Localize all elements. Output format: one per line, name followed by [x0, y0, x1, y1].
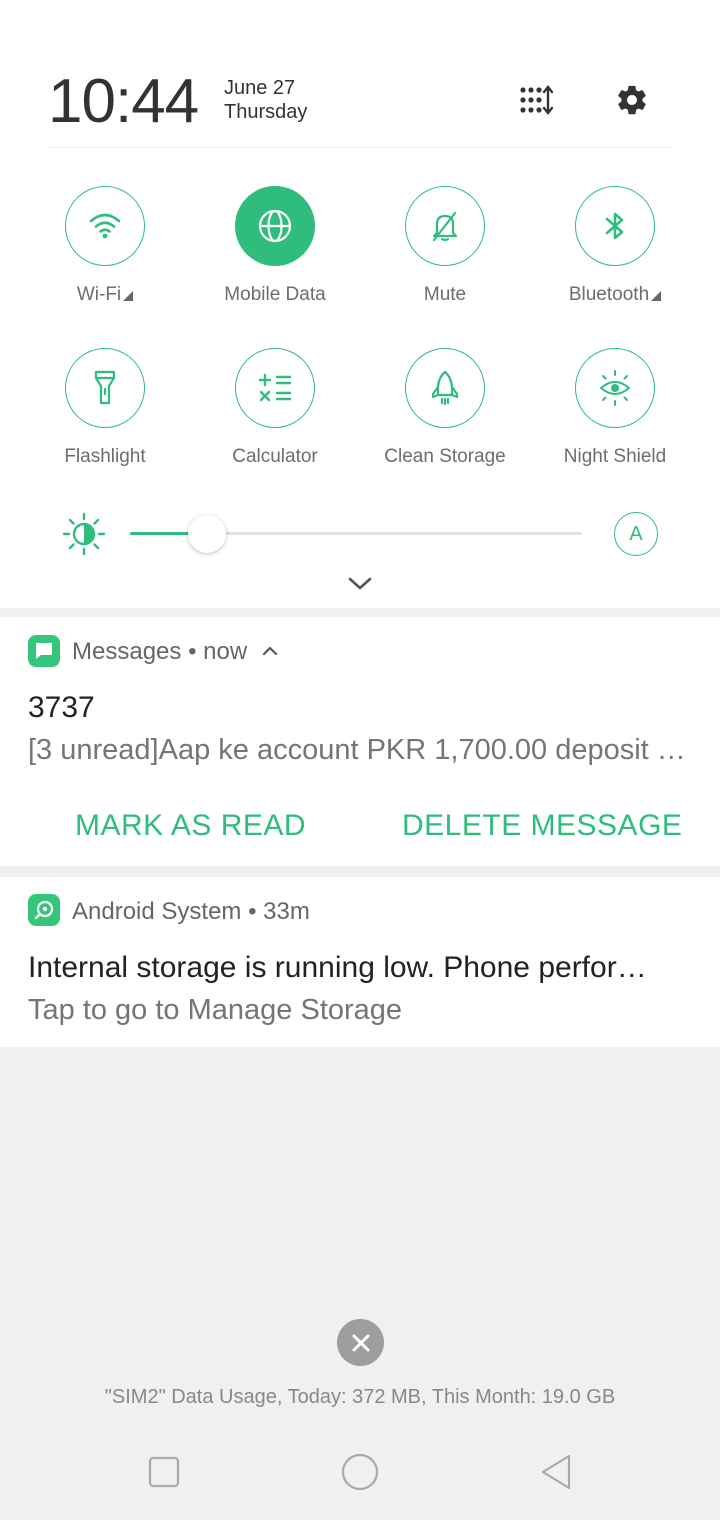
- expand-triangle-icon: [651, 291, 662, 301]
- tile-flashlight-label: Flashlight: [64, 446, 146, 467]
- clear-all-button[interactable]: [337, 1319, 384, 1366]
- close-icon: [352, 1334, 369, 1351]
- notification-body: Tap to go to Manage Storage: [28, 994, 403, 1026]
- separator-dot: •: [248, 898, 264, 925]
- tile-calculator-label: Calculator: [232, 446, 318, 467]
- date-block[interactable]: June 27 Thursday: [224, 76, 307, 124]
- notification-body: [3 unread]Aap ke account PKR 1,700.00 de…: [28, 734, 686, 766]
- gear-icon: [618, 85, 646, 115]
- notification-title: Internal storage is running low. Phone p…: [28, 951, 647, 984]
- tile-night-shield-circle[interactable]: [575, 348, 655, 428]
- weekday: Thursday: [224, 101, 308, 123]
- tile-clean-storage-label: Clean Storage: [384, 446, 506, 467]
- tile-wifi-label: Wi-Fi: [77, 284, 134, 306]
- clock[interactable]: 10:44: [48, 66, 199, 137]
- tile-calculator[interactable]: Calculator: [190, 348, 360, 478]
- notification-android-system[interactable]: Android System • 33m Internal storage is…: [0, 877, 720, 1047]
- eye-icon: [599, 370, 631, 406]
- quick-settings-panel: 10:44 June 27 Thursday Wi-Fi Mobile Data…: [0, 0, 720, 608]
- nav-recents-button[interactable]: [142, 1450, 186, 1494]
- tile-bluetooth-label: Bluetooth: [569, 284, 662, 306]
- tile-night-shield[interactable]: Night Shield: [530, 348, 700, 478]
- tile-bluetooth[interactable]: Bluetooth: [530, 186, 700, 316]
- tile-mobile-data[interactable]: Mobile Data: [190, 186, 360, 316]
- notification-messages[interactable]: Messages • now 3737 [3 unread]Aap ke acc…: [0, 617, 720, 866]
- tile-flashlight-circle[interactable]: [65, 348, 145, 428]
- tile-mute-label: Mute: [423, 284, 467, 305]
- edit-tiles-icon: [520, 85, 553, 115]
- tile-wifi-circle[interactable]: [65, 186, 145, 266]
- storage-icon: [34, 900, 54, 920]
- expand-triangle-icon: [123, 291, 134, 301]
- app-name: Android System: [72, 898, 242, 925]
- auto-brightness-button[interactable]: A: [614, 512, 658, 556]
- settings-button[interactable]: [610, 78, 654, 122]
- header-divider: [48, 147, 672, 148]
- tile-bluetooth-circle[interactable]: [575, 186, 655, 266]
- notification-header: Messages • now: [72, 638, 280, 666]
- flashlight-icon: [94, 370, 116, 405]
- brightness-slider-thumb[interactable]: [187, 515, 226, 553]
- tile-calculator-circle[interactable]: [235, 348, 315, 428]
- nav-home-button[interactable]: [338, 1450, 382, 1494]
- tile-flashlight[interactable]: Flashlight: [20, 348, 190, 478]
- notification-header: Android System • 33m: [72, 898, 310, 926]
- chevron-down-icon[interactable]: [344, 570, 376, 598]
- chat-bubble-icon: [36, 643, 52, 659]
- notification-time: now: [203, 638, 248, 665]
- chevron-up-icon[interactable]: [260, 643, 280, 657]
- app-name: Messages: [72, 638, 182, 665]
- globe-icon: [258, 209, 292, 243]
- mark-as-read-button[interactable]: MARK AS READ: [75, 809, 306, 843]
- bell-off-icon: [432, 211, 458, 242]
- back-triangle-icon: [541, 1454, 571, 1490]
- brightness-icon: [62, 512, 106, 556]
- notification-time: 33m: [263, 898, 310, 925]
- tile-clean-storage-circle[interactable]: [405, 348, 485, 428]
- tile-mute[interactable]: Mute: [360, 186, 530, 316]
- rocket-icon: [431, 370, 459, 406]
- tile-clean-storage[interactable]: Clean Storage: [360, 348, 530, 478]
- separator-dot: •: [188, 638, 204, 665]
- edit-tiles-button[interactable]: [514, 78, 558, 122]
- date: June 27: [224, 77, 296, 99]
- calculator-icon: [258, 373, 292, 402]
- square-icon: [148, 1456, 180, 1488]
- android-system-app-icon: [28, 894, 60, 926]
- tile-mobile-data-circle[interactable]: [235, 186, 315, 266]
- nav-back-button[interactable]: [534, 1450, 578, 1494]
- notification-title: 3737: [28, 691, 95, 724]
- messages-app-icon: [28, 635, 60, 667]
- delete-message-button[interactable]: DELETE MESSAGE: [402, 809, 682, 843]
- bluetooth-icon: [605, 212, 624, 240]
- circle-icon: [341, 1453, 379, 1491]
- tile-mobile-data-label: Mobile Data: [224, 284, 326, 305]
- tile-mute-circle[interactable]: [405, 186, 485, 266]
- tile-night-shield-label: Night Shield: [563, 446, 667, 467]
- tile-wifi[interactable]: Wi-Fi: [20, 186, 190, 316]
- wifi-icon: [89, 213, 121, 239]
- data-usage-text[interactable]: "SIM2" Data Usage, Today: 372 MB, This M…: [0, 1386, 720, 1409]
